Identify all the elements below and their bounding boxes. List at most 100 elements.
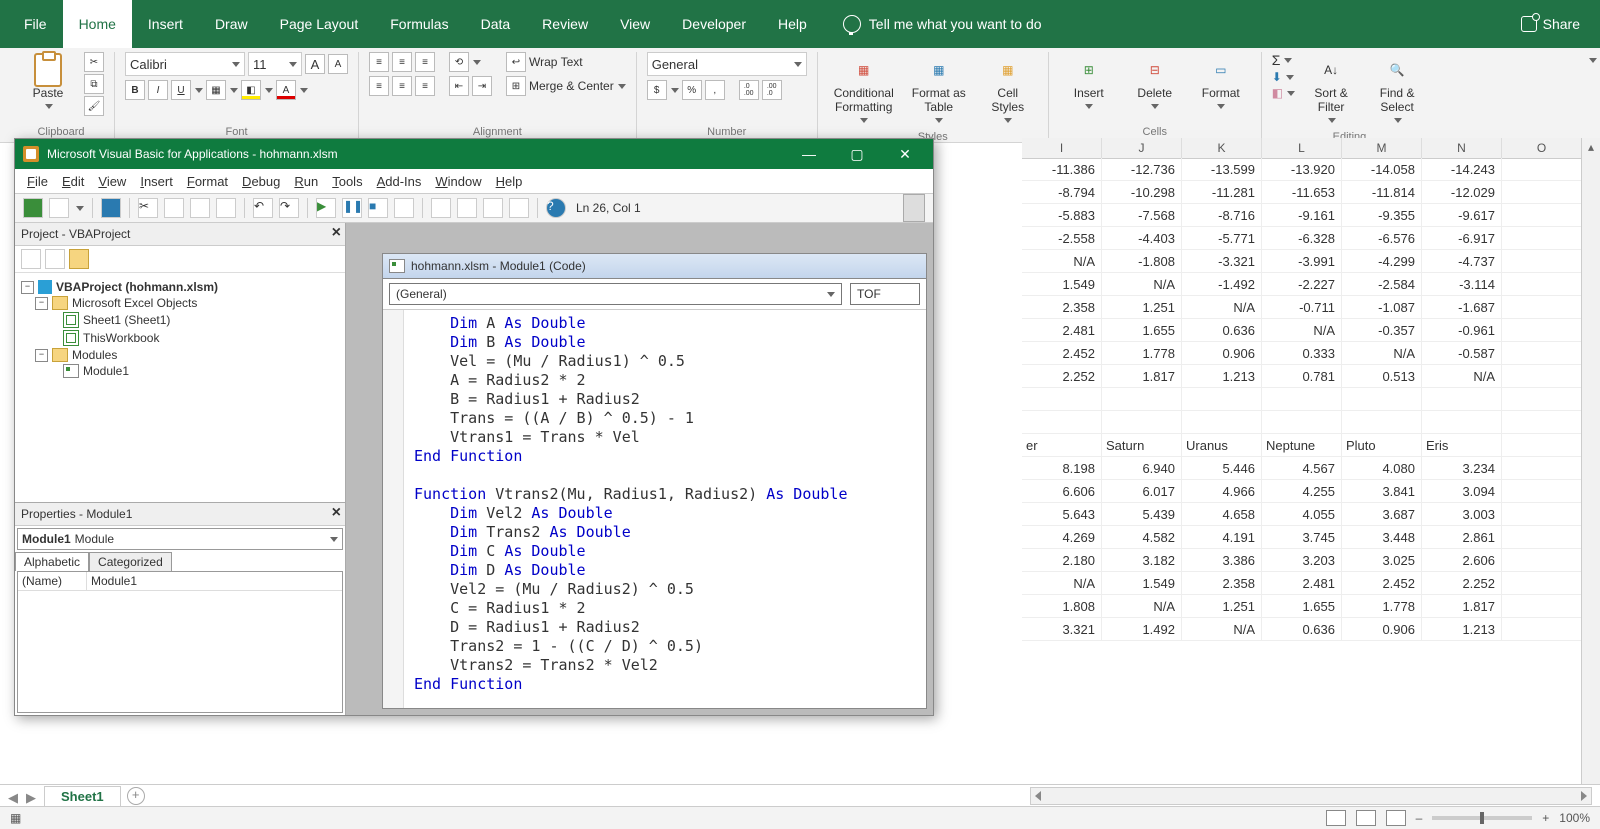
cell[interactable] <box>1022 411 1102 434</box>
cell[interactable]: -4.403 <box>1102 227 1182 250</box>
properties-window-button[interactable] <box>457 198 477 218</box>
cell[interactable]: -9.617 <box>1422 204 1502 227</box>
cell[interactable]: 1.549 <box>1102 572 1182 595</box>
cell[interactable]: -0.961 <box>1422 319 1502 342</box>
cell[interactable] <box>1342 411 1422 434</box>
ribbon-tab-insert[interactable]: Insert <box>132 0 199 48</box>
close-button[interactable]: ✕ <box>885 146 925 163</box>
cell[interactable] <box>1262 388 1342 411</box>
format-painter-button[interactable]: 🖌 <box>84 96 104 116</box>
run-button[interactable]: ▶ <box>316 198 336 218</box>
object-combo[interactable]: (General) <box>389 283 842 305</box>
properties-pane-close[interactable]: × <box>332 504 341 522</box>
cell[interactable]: 0.513 <box>1342 365 1422 388</box>
ribbon-tab-home[interactable]: Home <box>63 0 132 48</box>
col-header-L[interactable]: L <box>1262 138 1342 158</box>
cell[interactable]: -0.711 <box>1262 296 1342 319</box>
cell[interactable] <box>1502 388 1582 411</box>
cell[interactable]: Neptune <box>1262 434 1342 457</box>
align-center-button[interactable]: ≡ <box>392 76 412 96</box>
ribbon-tab-developer[interactable]: Developer <box>666 0 762 48</box>
copy-button[interactable]: ⧉ <box>84 74 104 94</box>
cell[interactable]: -11.814 <box>1342 181 1422 204</box>
record-macro-icon[interactable]: ▦ <box>10 811 21 825</box>
properties-object-select[interactable]: Module1 Module <box>17 528 343 550</box>
cell[interactable] <box>1342 388 1422 411</box>
cell[interactable] <box>1502 434 1582 457</box>
sheet-tab-sheet1[interactable]: Sheet1 <box>44 786 121 806</box>
cell[interactable] <box>1422 411 1502 434</box>
cell[interactable] <box>1502 457 1582 480</box>
ribbon-tab-data[interactable]: Data <box>465 0 527 48</box>
cell[interactable]: -2.227 <box>1262 273 1342 296</box>
toolbar-scroll[interactable] <box>903 194 925 222</box>
cell[interactable]: 0.906 <box>1342 618 1422 641</box>
cell[interactable]: -4.299 <box>1342 250 1422 273</box>
cell[interactable] <box>1502 158 1582 181</box>
format-cells-button[interactable]: ▭Format <box>1191 52 1251 115</box>
cell[interactable] <box>1502 572 1582 595</box>
cell[interactable] <box>1502 480 1582 503</box>
minimize-button[interactable]: — <box>789 146 829 162</box>
cell[interactable] <box>1502 365 1582 388</box>
cell[interactable] <box>1102 388 1182 411</box>
cell[interactable]: 3.841 <box>1342 480 1422 503</box>
ribbon-tab-help[interactable]: Help <box>762 0 823 48</box>
cell[interactable]: 2.358 <box>1182 572 1262 595</box>
prop-name-value[interactable]: Module1 <box>87 572 141 590</box>
cell[interactable]: 3.234 <box>1422 457 1502 480</box>
ribbon-tab-file[interactable]: File <box>8 0 63 48</box>
cell[interactable]: N/A <box>1182 296 1262 319</box>
cell[interactable]: Saturn <box>1102 434 1182 457</box>
cell[interactable] <box>1502 250 1582 273</box>
copy-button[interactable] <box>164 198 184 218</box>
vba-menu-format[interactable]: Format <box>187 174 228 189</box>
cell[interactable] <box>1422 388 1502 411</box>
col-header-N[interactable]: N <box>1422 138 1502 158</box>
cell[interactable]: 0.781 <box>1262 365 1342 388</box>
fill-color-button[interactable]: ◧ <box>241 80 261 100</box>
ribbon-tab-formulas[interactable]: Formulas <box>374 0 464 48</box>
cell[interactable]: 1.213 <box>1422 618 1502 641</box>
cell[interactable]: 4.582 <box>1102 526 1182 549</box>
borders-button[interactable]: ▦ <box>206 80 226 100</box>
find-select-button[interactable]: 🔍Find & Select <box>1367 52 1427 129</box>
procedure-combo[interactable]: TOF <box>850 283 920 305</box>
cell[interactable]: -11.281 <box>1182 181 1262 204</box>
sheet-nav-prev[interactable]: ◀ <box>8 790 20 802</box>
comma-format-button[interactable]: , <box>705 80 725 100</box>
toolbox-button[interactable] <box>509 198 529 218</box>
cell[interactable]: -10.298 <box>1102 181 1182 204</box>
cell[interactable]: -1.087 <box>1342 296 1422 319</box>
cell[interactable]: N/A <box>1102 595 1182 618</box>
ribbon-tab-review[interactable]: Review <box>526 0 604 48</box>
cell[interactable]: 6.940 <box>1102 457 1182 480</box>
cell[interactable]: -2.558 <box>1022 227 1102 250</box>
cell[interactable]: 1.251 <box>1102 296 1182 319</box>
cell[interactable]: 1.549 <box>1022 273 1102 296</box>
vba-menu-view[interactable]: View <box>98 174 126 189</box>
decrease-decimal-button[interactable]: .00 .0 <box>762 80 782 100</box>
cell[interactable] <box>1502 204 1582 227</box>
cut-button[interactable]: ✂ <box>84 52 104 72</box>
tree-sheet1[interactable]: Sheet1 (Sheet1) <box>63 311 339 329</box>
cell[interactable] <box>1182 411 1262 434</box>
cell[interactable]: 2.358 <box>1022 296 1102 319</box>
col-header-J[interactable]: J <box>1102 138 1182 158</box>
zoom-in-button[interactable]: + <box>1542 811 1549 825</box>
reset-button[interactable]: ■ <box>368 198 388 218</box>
align-top-button[interactable]: ≡ <box>369 52 389 72</box>
cell[interactable]: 1.655 <box>1102 319 1182 342</box>
cell[interactable]: 2.180 <box>1022 549 1102 572</box>
number-format-select[interactable]: General <box>647 52 807 76</box>
percent-format-button[interactable]: % <box>682 80 702 100</box>
add-sheet-button[interactable]: + <box>127 787 145 805</box>
align-right-button[interactable]: ≡ <box>415 76 435 96</box>
cell[interactable]: 5.439 <box>1102 503 1182 526</box>
vba-menu-edit[interactable]: Edit <box>62 174 84 189</box>
cell[interactable] <box>1182 388 1262 411</box>
cell[interactable]: N/A <box>1022 572 1102 595</box>
cell[interactable] <box>1502 411 1582 434</box>
excel-view-button[interactable] <box>23 198 43 218</box>
page-break-view-button[interactable] <box>1386 810 1406 826</box>
